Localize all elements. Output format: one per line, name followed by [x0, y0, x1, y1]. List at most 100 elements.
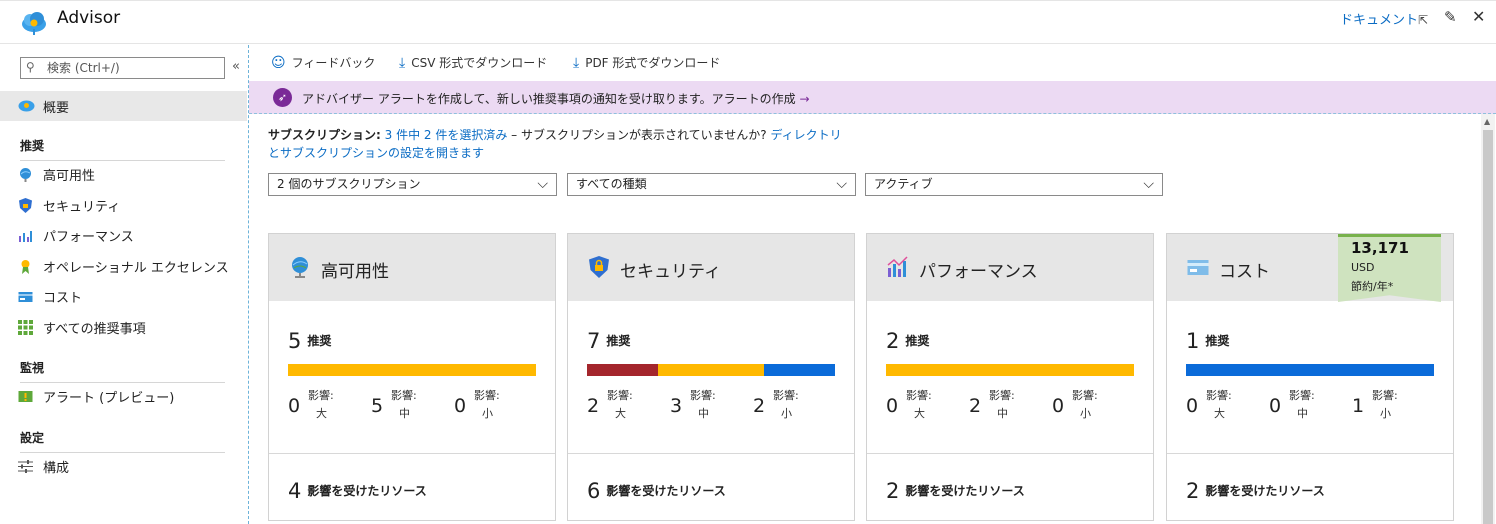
- savings-amount: 13,171: [1351, 239, 1409, 257]
- chevron-down-icon: ⌵: [836, 176, 847, 192]
- app-title: Advisor: [57, 8, 121, 28]
- documentation-link[interactable]: ドキュメント: [1340, 9, 1418, 28]
- impact-count: 0: [1186, 395, 1199, 417]
- subscription-filter-value: 2 個のサブスクリプション: [277, 177, 421, 191]
- impact-label: 影響:: [308, 389, 334, 402]
- category-card-performance[interactable]: パフォーマンス 2 推奨 0 影響: 大 2 影響: 中 0 影響: 小 2 影響を受けたリソー…: [866, 233, 1154, 521]
- impact-count: 0: [886, 395, 899, 417]
- category-card-cost[interactable]: コスト 13,171 USD 節約/年* 1 推奨 0 影響: 大 0 影響: 中 1 影響…: [1166, 233, 1454, 521]
- recommendation-number: 2: [886, 329, 900, 353]
- open-settings-link[interactable]: とサブスクリプションの設定を開きます: [268, 146, 484, 160]
- category-card-high-availability[interactable]: 高可用性 5 推奨 0 影響: 大 5 影響: 中 0 影響: 小 4 影響を受けたリソース: [268, 233, 556, 521]
- shield-lock-icon: [589, 256, 609, 278]
- subscription-filter-dropdown[interactable]: 2 個のサブスクリプション ⌵: [268, 173, 557, 196]
- command-bar: ☺ フィードバック ⤓ CSV 形式でダウンロード ⤓ PDF 形式でダウンロード: [249, 45, 1496, 81]
- impact-count: 0: [288, 395, 301, 417]
- impact-count: 2: [587, 395, 600, 417]
- directory-link[interactable]: ディレクトリ: [770, 128, 841, 142]
- recommendation-label: 推奨: [905, 334, 930, 348]
- sidebar-item-label: パフォーマンス: [43, 230, 134, 245]
- scrollbar-thumb[interactable]: [1483, 130, 1493, 524]
- performance-chart-icon: [19, 231, 32, 242]
- type-filter-value: すべての種類: [576, 177, 647, 191]
- savings-currency: USD: [1351, 261, 1375, 274]
- recommendation-label: 推奨: [307, 334, 332, 348]
- download-icon: ⤓: [399, 55, 406, 71]
- impact-label: 影響:: [607, 389, 633, 402]
- section-header-recommendations: 推奨: [20, 137, 225, 161]
- type-filter-dropdown[interactable]: すべての種類 ⌵: [567, 173, 856, 196]
- download-pdf-label: PDF 形式でダウンロード: [585, 56, 721, 70]
- status-filter-value: アクティブ: [874, 177, 933, 191]
- feedback-button[interactable]: ☺ フィードバック: [271, 54, 375, 71]
- impact-count: 2: [753, 395, 766, 417]
- grid-icon: [18, 320, 33, 335]
- impact-high: 0 影響: 大: [886, 385, 966, 425]
- impact-bar: [288, 364, 536, 376]
- impact-label: 影響:: [773, 389, 799, 402]
- resource-count: 6: [587, 479, 601, 503]
- impact-label: 影響:: [1072, 389, 1098, 402]
- impact-count: 0: [1052, 395, 1065, 417]
- subscription-selected-link[interactable]: 3 件中 2 件を選択済み: [385, 128, 508, 142]
- chevron-down-icon: ⌵: [1143, 176, 1154, 192]
- impact-bar-segment: [657, 364, 765, 376]
- impact-high: 2 影響: 大: [587, 385, 667, 425]
- resource-label: 影響を受けたリソース: [1205, 484, 1325, 498]
- download-icon: ⤓: [573, 55, 580, 71]
- section-header-monitoring: 監視: [20, 359, 225, 383]
- impact-count: 0: [454, 395, 467, 417]
- create-alert-link[interactable]: アラートの作成: [712, 92, 796, 106]
- sidebar: 検索 (Ctrl+/) ⚲ « 概要 推奨 高可用性 セキュリティ パフォーマン…: [0, 45, 248, 524]
- impact-bar-segment: [587, 364, 658, 376]
- impact-level: 中: [1297, 407, 1308, 420]
- banner-message: アドバイザー アラートを作成して、新しい推奨事項の通知を受け取ります。アラートの…: [302, 90, 810, 107]
- savings-badge: 13,171 USD 節約/年*: [1338, 234, 1441, 302]
- scroll-up-arrow-icon[interactable]: ▲: [1484, 117, 1490, 126]
- sidebar-divider: [248, 45, 249, 524]
- close-icon[interactable]: ✕: [1472, 7, 1485, 26]
- sidebar-item-label: 概要: [43, 101, 70, 116]
- pin-icon[interactable]: ✎: [1444, 8, 1457, 26]
- recommendation-number: 1: [1186, 329, 1200, 353]
- impact-low: 1 影響: 小: [1352, 385, 1432, 425]
- title-bar: Advisor ドキュメント ⇱ ✎ ✕: [0, 0, 1496, 44]
- section-header-settings: 設定: [20, 429, 225, 453]
- download-csv-button[interactable]: ⤓ CSV 形式でダウンロード: [399, 54, 547, 71]
- card-divider: [867, 453, 1153, 454]
- search-input[interactable]: 検索 (Ctrl+/): [20, 57, 225, 79]
- search-icon: ⚲: [26, 60, 35, 74]
- recommendation-count: 7 推奨: [587, 329, 630, 353]
- status-filter-dropdown[interactable]: アクティブ ⌵: [865, 173, 1163, 196]
- recommendation-count: 5 推奨: [288, 329, 331, 353]
- impact-level: 小: [482, 407, 493, 420]
- recommendation-count: 1 推奨: [1186, 329, 1229, 353]
- card-title: セキュリティ: [620, 262, 721, 282]
- arrow-right-icon: →: [799, 92, 810, 106]
- impact-count: 1: [1352, 395, 1365, 417]
- affected-resources: 6 影響を受けたリソース: [587, 479, 726, 503]
- recommendation-number: 5: [288, 329, 302, 353]
- impact-label: 影響:: [474, 389, 500, 402]
- impact-level: 中: [399, 407, 410, 420]
- impact-medium: 5 影響: 中: [371, 385, 451, 425]
- shield-icon: [19, 198, 32, 213]
- impact-high: 0 影響: 大: [288, 385, 368, 425]
- card-divider: [269, 453, 555, 454]
- sidebar-item-label: セキュリティ: [43, 200, 121, 215]
- impact-bar: [1186, 364, 1434, 376]
- category-card-security[interactable]: セキュリティ 7 推奨 2 影響: 大 3 影響: 中 2 影響: 小 6 影響を受けたリソース: [567, 233, 855, 521]
- resource-label: 影響を受けたリソース: [307, 484, 427, 498]
- sidebar-item-label: 構成: [43, 461, 70, 476]
- impact-level: 大: [615, 407, 626, 420]
- chevron-down-icon: ⌵: [537, 176, 548, 192]
- credit-card-icon: [1187, 260, 1209, 275]
- resource-count: 2: [886, 479, 900, 503]
- sidebar-item-overview[interactable]: 概要: [0, 91, 247, 121]
- impact-medium: 0 影響: 中: [1269, 385, 1349, 425]
- performance-chart-icon: [887, 256, 908, 277]
- download-pdf-button[interactable]: ⤓ PDF 形式でダウンロード: [573, 54, 720, 71]
- download-csv-label: CSV 形式でダウンロード: [411, 56, 548, 70]
- ribbon-icon: [21, 260, 30, 274]
- collapse-sidebar-icon[interactable]: «: [232, 59, 240, 74]
